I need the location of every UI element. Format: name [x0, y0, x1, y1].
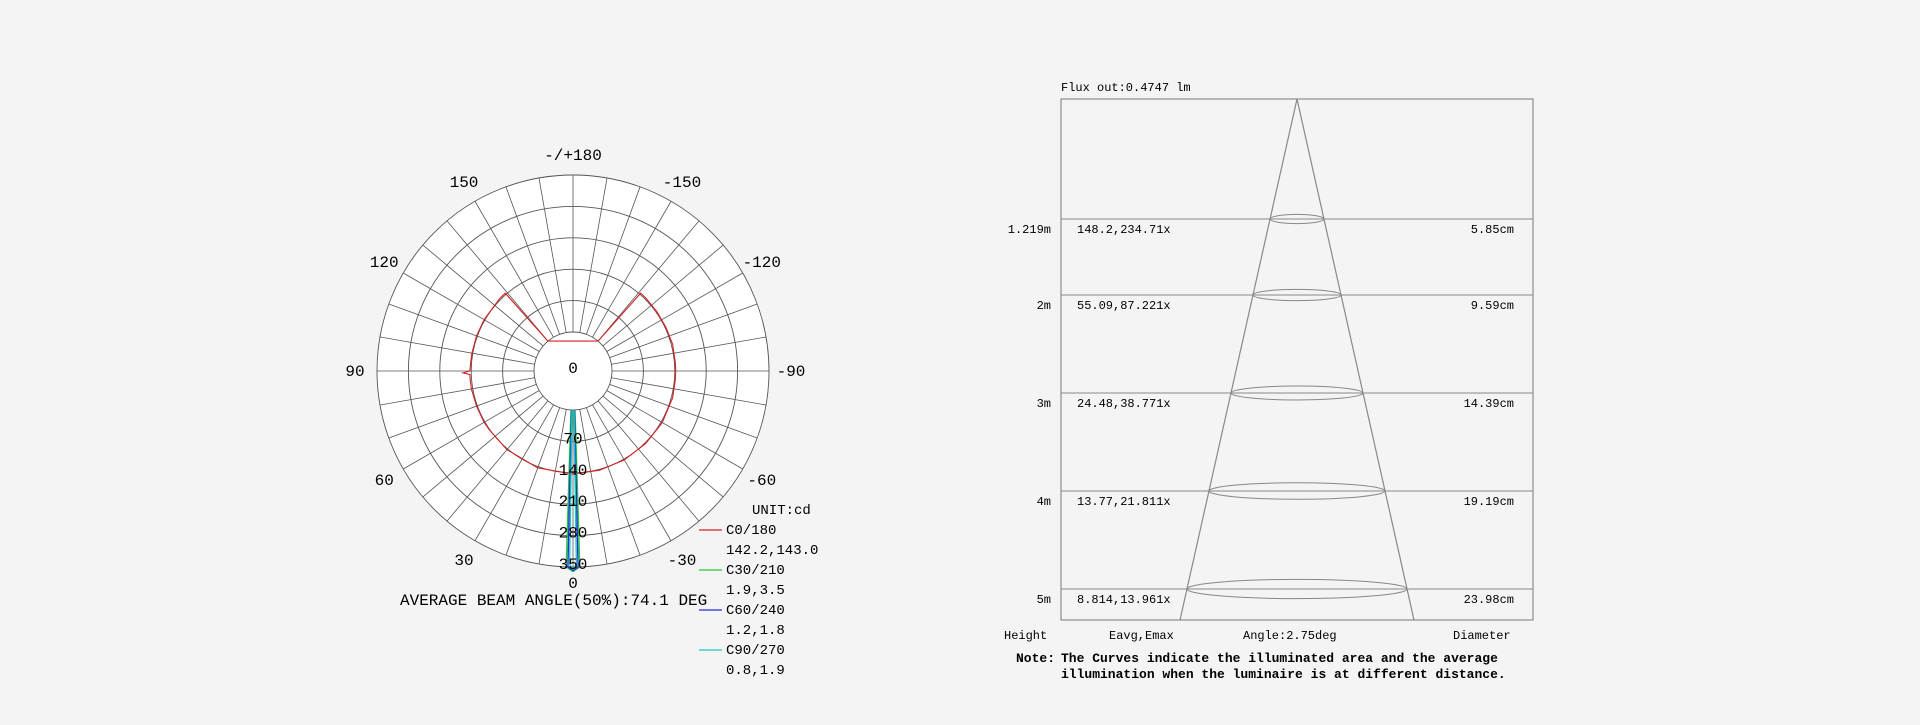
row-height-label: 4m	[1037, 495, 1051, 509]
note-line-1: The Curves indicate the illuminated area…	[1061, 651, 1498, 666]
polar-angle-label: -120	[743, 254, 781, 272]
photometric-report: -/+180 150 120 90 60 30 0 -30 -60 -90 -120 -150 0 70…	[345, 81, 1534, 682]
beam-cone-diagram: Flux out:0.4747 lm 1.219m 148.2,234.71x 5.…	[1004, 81, 1534, 682]
cone-rows: 1.219m 148.2,234.71x 5.85cm 2m 55.09,87.221x…	[1008, 213, 1533, 607]
legend-series-values: 1.9,3.5	[726, 583, 785, 599]
row-diameter: 5.85cm	[1471, 223, 1514, 237]
row-eavg-emax: 24.48,38.771x	[1077, 397, 1171, 411]
polar-angle-label: -/+180	[544, 147, 602, 165]
legend-series-name: C90/270	[726, 643, 785, 659]
row-diameter: 14.39cm	[1464, 397, 1514, 411]
row-diameter: 9.59cm	[1471, 299, 1514, 313]
note-line-2: illumination when the luminaire is at di…	[1061, 667, 1506, 682]
footer-height: Height	[1004, 629, 1047, 643]
cone-frame	[1060, 98, 1534, 621]
row-diameter: 19.19cm	[1464, 495, 1514, 509]
polar-radial-label: 140	[559, 462, 588, 480]
row-height-label: 1.219m	[1008, 223, 1051, 237]
legend-series-values: 142.2,143.0	[726, 543, 818, 559]
footer-angle: Angle:2.75deg	[1243, 629, 1337, 643]
polar-angle-label: 90	[345, 363, 364, 381]
polar-angle-label: -90	[777, 363, 806, 381]
polar-angle-label: 120	[370, 254, 399, 272]
row-eavg-emax: 55.09,87.221x	[1077, 299, 1171, 313]
footer-diameter: Diameter	[1453, 629, 1511, 643]
polar-angle-label: -150	[663, 174, 701, 192]
polar-angle-label: 150	[450, 174, 479, 192]
row-height-label: 3m	[1037, 397, 1051, 411]
polar-radial-label: 70	[563, 430, 582, 448]
row-eavg-emax: 13.77,21.811x	[1077, 495, 1171, 509]
cone-edge-right	[1296, 98, 1415, 621]
polar-angle-label: 30	[454, 552, 473, 570]
unit-label: UNIT:cd	[752, 503, 811, 519]
flux-out-text: Flux out:0.4747 lm	[1061, 81, 1191, 95]
polar-angle-label: -60	[747, 472, 776, 490]
row-eavg-emax: 148.2,234.71x	[1077, 223, 1171, 237]
polar-legend: C0/180 142.2,143.0 C30/210 1.9,3.5 C60/240 1.…	[699, 523, 818, 679]
legend-series-name: C30/210	[726, 563, 785, 579]
note-label: Note:	[1016, 651, 1055, 666]
legend-series-values: 0.8,1.9	[726, 663, 785, 679]
polar-radial-label: 0	[568, 360, 578, 378]
footer-eavg-emax: Eavg,Emax	[1109, 629, 1174, 643]
polar-radial-label: 280	[559, 525, 588, 543]
polar-candela-chart: -/+180 150 120 90 60 30 0 -30 -60 -90 -120 -150 0 70…	[345, 147, 818, 679]
polar-angle-label: 60	[375, 472, 394, 490]
legend-series-values: 1.2,1.8	[726, 623, 785, 639]
legend-series-name: C0/180	[726, 523, 776, 539]
beam-angle-text: AVERAGE BEAM ANGLE(50%):74.1 DEG	[400, 592, 707, 610]
row-height-label: 5m	[1037, 593, 1051, 607]
polar-radial-label: 350	[559, 556, 588, 574]
polar-angle-label: -30	[668, 552, 697, 570]
row-eavg-emax: 8.814,13.961x	[1077, 593, 1171, 607]
polar-radial-label: 210	[559, 493, 588, 511]
row-height-label: 2m	[1037, 299, 1051, 313]
cone-edge-left	[1179, 98, 1298, 621]
row-diameter: 23.98cm	[1464, 593, 1514, 607]
legend-series-name: C60/240	[726, 603, 785, 619]
polar-angle-label: 0	[568, 575, 578, 593]
